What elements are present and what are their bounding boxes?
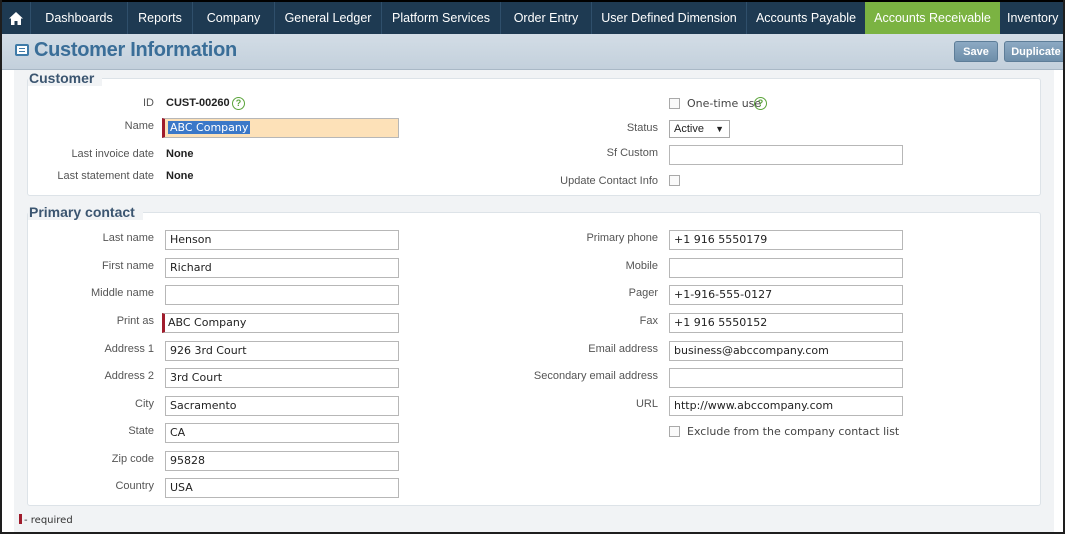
last-invoice-value: None [166,148,194,160]
email-input[interactable]: business@abccompany.com [669,341,903,361]
nav-dashboards[interactable]: Dashboards [31,2,127,34]
address1-input[interactable]: 926 3rd Court [165,341,399,361]
exclude-contact-checkbox[interactable] [669,426,680,437]
exclude-contact-label: Exclude from the company contact list [687,425,900,438]
title-bar: Customer Information Save Duplicate [2,34,1063,70]
status-label: Status [626,122,658,134]
nav-company[interactable]: Company [193,2,274,34]
home-icon [9,11,23,25]
id-label: ID [143,97,154,109]
print-as-label: Print as [116,315,154,327]
primary-contact-section-title: Primary contact [28,204,143,220]
page-title: Customer Information [34,39,237,61]
fax-input[interactable]: +1 916 5550152 [669,313,903,333]
home-button[interactable] [2,2,30,34]
first-name-input[interactable]: Richard [165,258,399,278]
fax-label: Fax [639,315,658,327]
chevron-down-icon: ▼ [715,124,724,134]
sf-custom-input[interactable] [669,145,903,165]
nav-accounts-payable[interactable]: Accounts Payable [747,2,865,34]
name-input[interactable]: ABC Company [162,118,399,138]
app-frame: Dashboards Reports Company General Ledge… [0,0,1065,534]
last-name-input[interactable]: Henson [165,230,399,250]
country-input[interactable]: USA [165,478,399,498]
primary-phone-label: Primary phone [586,232,658,244]
list-icon [15,44,29,56]
nav-user-defined-dimension[interactable]: User Defined Dimension [592,2,746,34]
country-label: Country [115,480,154,492]
nav-inventory[interactable]: Inventory [1007,2,1063,34]
name-label: Name [124,120,154,132]
print-as-input[interactable]: ABC Company [162,313,399,333]
city-label: City [135,398,154,410]
last-name-label: Last name [102,232,154,244]
secondary-email-label: Secondary email address [533,370,658,382]
form-content: Customer ID CUST-00260 ? Name ABC Compan… [14,70,1054,532]
middle-name-input[interactable] [165,285,399,305]
duplicate-button[interactable]: Duplicate [1004,41,1063,62]
pager-input[interactable]: +1-916-555-0127 [669,285,903,305]
one-time-help-icon[interactable]: ? [754,97,767,110]
one-time-use-label: One-time use [687,97,762,110]
customer-section-title: Customer [28,70,103,86]
url-input[interactable]: http://www.abccompany.com [669,396,903,416]
update-contact-checkbox[interactable] [669,175,680,186]
required-note: - required [19,514,73,526]
city-input[interactable]: Sacramento [165,396,399,416]
secondary-email-input[interactable] [669,368,903,388]
address2-label: Address 2 [104,370,154,382]
nav-platform-services[interactable]: Platform Services [382,2,500,34]
id-value: CUST-00260 [166,97,230,109]
nav-order-entry[interactable]: Order Entry [501,2,591,34]
nav-accounts-receivable[interactable]: Accounts Receivable [865,2,1000,34]
last-statement-value: None [166,170,194,182]
last-statement-label: Last statement date [57,170,154,182]
primary-phone-input[interactable]: +1 916 5550179 [669,230,903,250]
top-nav: Dashboards Reports Company General Ledge… [2,0,1063,34]
mobile-label: Mobile [625,260,658,272]
first-name-label: First name [102,260,154,272]
address1-label: Address 1 [104,343,154,355]
mobile-input[interactable] [669,258,903,278]
id-help-icon[interactable]: ? [232,97,245,110]
zip-code-label: Zip code [111,453,154,465]
state-input[interactable]: CA [165,423,399,443]
last-invoice-label: Last invoice date [71,148,154,160]
one-time-use-checkbox[interactable] [669,98,680,109]
nav-reports[interactable]: Reports [128,2,192,34]
state-label: State [128,425,154,437]
required-marker-icon [19,514,22,524]
status-select[interactable]: Active ▼ [669,120,730,138]
save-button[interactable]: Save [954,41,998,62]
zip-code-input[interactable]: 95828 [165,451,399,471]
nav-general-ledger[interactable]: General Ledger [275,2,381,34]
update-contact-label: Update Contact Info [560,175,658,187]
address2-input[interactable]: 3rd Court [165,368,399,388]
email-label: Email address [588,343,658,355]
pager-label: Pager [628,287,658,299]
middle-name-label: Middle name [91,287,154,299]
sf-custom-label: Sf Custom [606,147,658,159]
url-label: URL [635,398,658,410]
